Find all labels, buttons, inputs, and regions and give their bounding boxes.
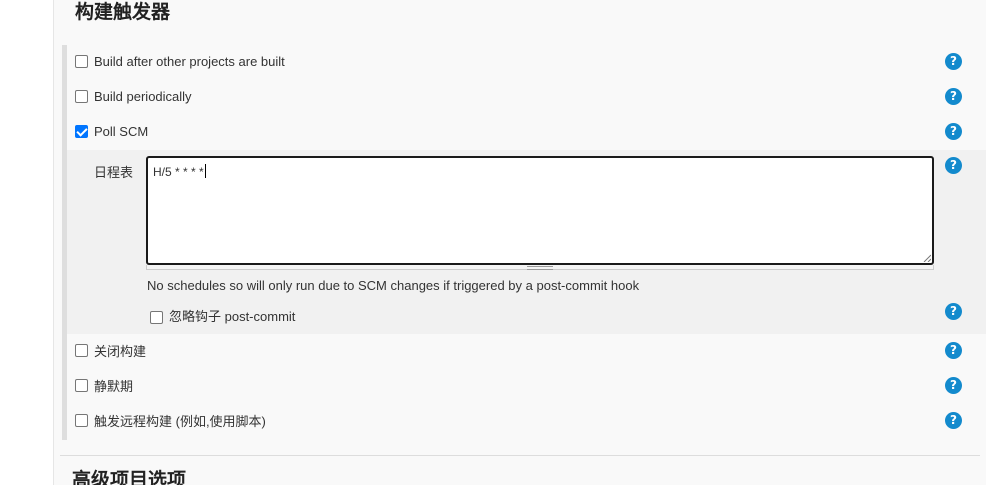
remote-build-label: 触发远程构建 (例如,使用脚本)	[94, 413, 266, 429]
trigger-disable-build[interactable]: 关闭构建	[75, 340, 146, 360]
schedule-textarea[interactable]: H/5 * * * *	[146, 156, 934, 265]
ignore-hook-checkbox[interactable]	[150, 310, 163, 324]
trigger-quiet-period[interactable]: 静默期	[75, 375, 133, 395]
section-title: 构建触发器	[75, 2, 171, 23]
help-icon[interactable]: ?	[945, 412, 962, 429]
section-divider	[60, 455, 980, 456]
build-periodically-checkbox[interactable]	[75, 89, 88, 103]
resize-grip-icon[interactable]	[923, 254, 931, 262]
trigger-remote-build[interactable]: 触发远程构建 (例如,使用脚本)	[75, 410, 266, 430]
schedule-label: 日程表	[94, 165, 134, 180]
help-icon[interactable]: ?	[945, 53, 962, 70]
ignore-hook-label: 忽略钩子 post-commit	[169, 308, 296, 324]
poll-scm-label: Poll SCM	[94, 123, 149, 139]
ignore-post-commit-hook[interactable]: 忽略钩子 post-commit	[150, 307, 295, 327]
textarea-drag-handle[interactable]	[146, 265, 934, 270]
schedule-value: H/5 * * * *	[153, 165, 204, 179]
help-icon[interactable]: ?	[945, 342, 962, 359]
trigger-poll-scm[interactable]: Poll SCM	[75, 121, 148, 141]
help-icon[interactable]: ?	[945, 303, 962, 320]
trigger-build-after-other[interactable]: Build after other projects are built	[75, 51, 285, 71]
quiet-period-checkbox[interactable]	[75, 378, 88, 392]
build-after-label: Build after other projects are built	[94, 53, 285, 69]
help-icon[interactable]: ?	[945, 88, 962, 105]
next-section-title: 高级项目选项	[72, 470, 187, 485]
build-after-checkbox[interactable]	[75, 54, 88, 68]
text-caret	[204, 164, 206, 178]
disable-build-checkbox[interactable]	[75, 343, 88, 357]
trigger-build-periodically[interactable]: Build periodically	[75, 86, 192, 106]
disable-build-label: 关闭构建	[94, 343, 147, 359]
build-periodically-label: Build periodically	[94, 88, 192, 104]
help-icon[interactable]: ?	[945, 123, 962, 140]
quiet-period-label: 静默期	[94, 378, 134, 394]
schedule-hint: No schedules so will only run due to SCM…	[147, 278, 640, 293]
help-icon[interactable]: ?	[945, 377, 962, 394]
remote-build-checkbox[interactable]	[75, 413, 88, 427]
help-icon[interactable]: ?	[945, 157, 962, 174]
poll-scm-checkbox[interactable]	[75, 124, 88, 138]
